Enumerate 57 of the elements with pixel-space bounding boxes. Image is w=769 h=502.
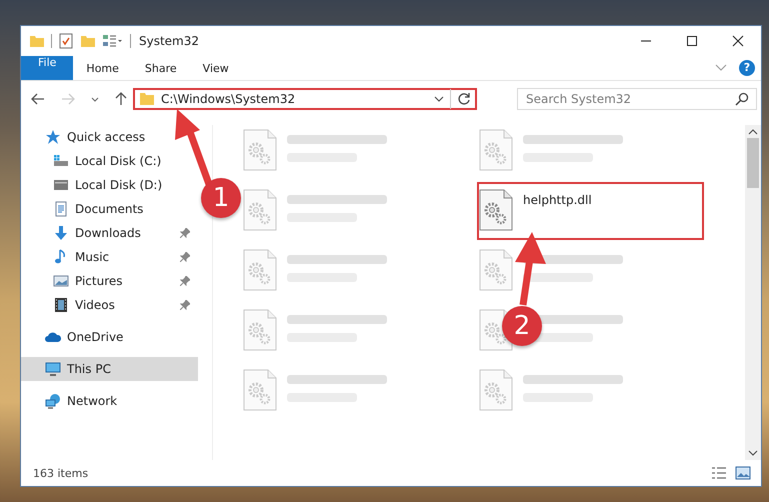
scroll-down-icon[interactable] [748,450,758,456]
item-count: 163 items [33,466,88,480]
properties-icon[interactable] [58,33,74,49]
search-field[interactable]: Search System32 [517,88,757,110]
address-bar[interactable]: C:\Windows\System32 [133,88,477,110]
nav-pane-item[interactable]: Network [21,389,198,413]
star-icon [45,129,61,145]
up-arrow-icon[interactable] [115,92,127,106]
customize-icon[interactable] [102,33,124,49]
faded-file-icon [479,129,513,171]
nav-pane-item[interactable]: Videos [21,293,198,317]
network-icon [45,393,61,409]
expand-ribbon-icon[interactable] [715,64,727,72]
picture-icon [53,273,69,289]
back-arrow-icon[interactable] [31,93,45,105]
blurred-text-bar [523,273,593,282]
ribbon-tab[interactable]: Share [132,56,190,80]
document-icon [53,201,69,217]
scrollbar[interactable] [745,125,761,460]
large-icons-view-icon[interactable] [735,466,751,480]
nav-pane-item[interactable]: Pictures [21,269,198,293]
nav-pane-item[interactable]: This PC [21,357,198,381]
scrollbar-thumb[interactable] [747,138,759,188]
drive-icon [53,177,69,193]
monitor-icon [45,361,61,377]
ribbon-tab[interactable]: View [190,56,242,80]
scroll-up-icon[interactable] [748,129,758,135]
faded-file-icon [479,249,513,291]
drive-icon [53,153,69,169]
faded-file-icon [243,249,277,291]
refresh-icon[interactable] [457,92,471,106]
nav-pane-item[interactable]: Documents [21,197,198,221]
nav-pane-item[interactable]: Local Disk (D:) [21,173,198,197]
nav-pane-item[interactable]: Quick access [21,125,198,149]
details-view-icon[interactable] [711,466,727,480]
address-path: C:\Windows\System32 [161,92,296,106]
folder-icon [29,33,45,49]
faded-file-icon [479,369,513,411]
nav-pane-item[interactable]: OneDrive [21,325,198,349]
faded-file-icon [243,129,277,171]
film-icon [53,297,69,313]
ribbon-tab[interactable]: Home [73,56,132,80]
nav-pane-item[interactable]: Music [21,245,198,269]
faded-file-icon [243,369,277,411]
file-menu-tab[interactable]: File [21,56,74,80]
search-icon [735,92,749,106]
nav-pane-item[interactable]: Downloads [21,221,198,245]
help-button[interactable]: ? [739,60,755,76]
faded-file-icon [243,309,277,351]
nav-pane-item[interactable]: Local Disk (C:) [21,149,198,173]
file-name: helphttp.dll [523,193,592,207]
dropdown-caret-icon[interactable] [434,96,444,102]
folder-icon [139,91,155,107]
window-title: System32 [139,34,200,48]
recent-dropdown-icon[interactable] [91,96,99,102]
faded-file-icon [243,189,277,231]
down-arrow-icon [53,225,69,241]
